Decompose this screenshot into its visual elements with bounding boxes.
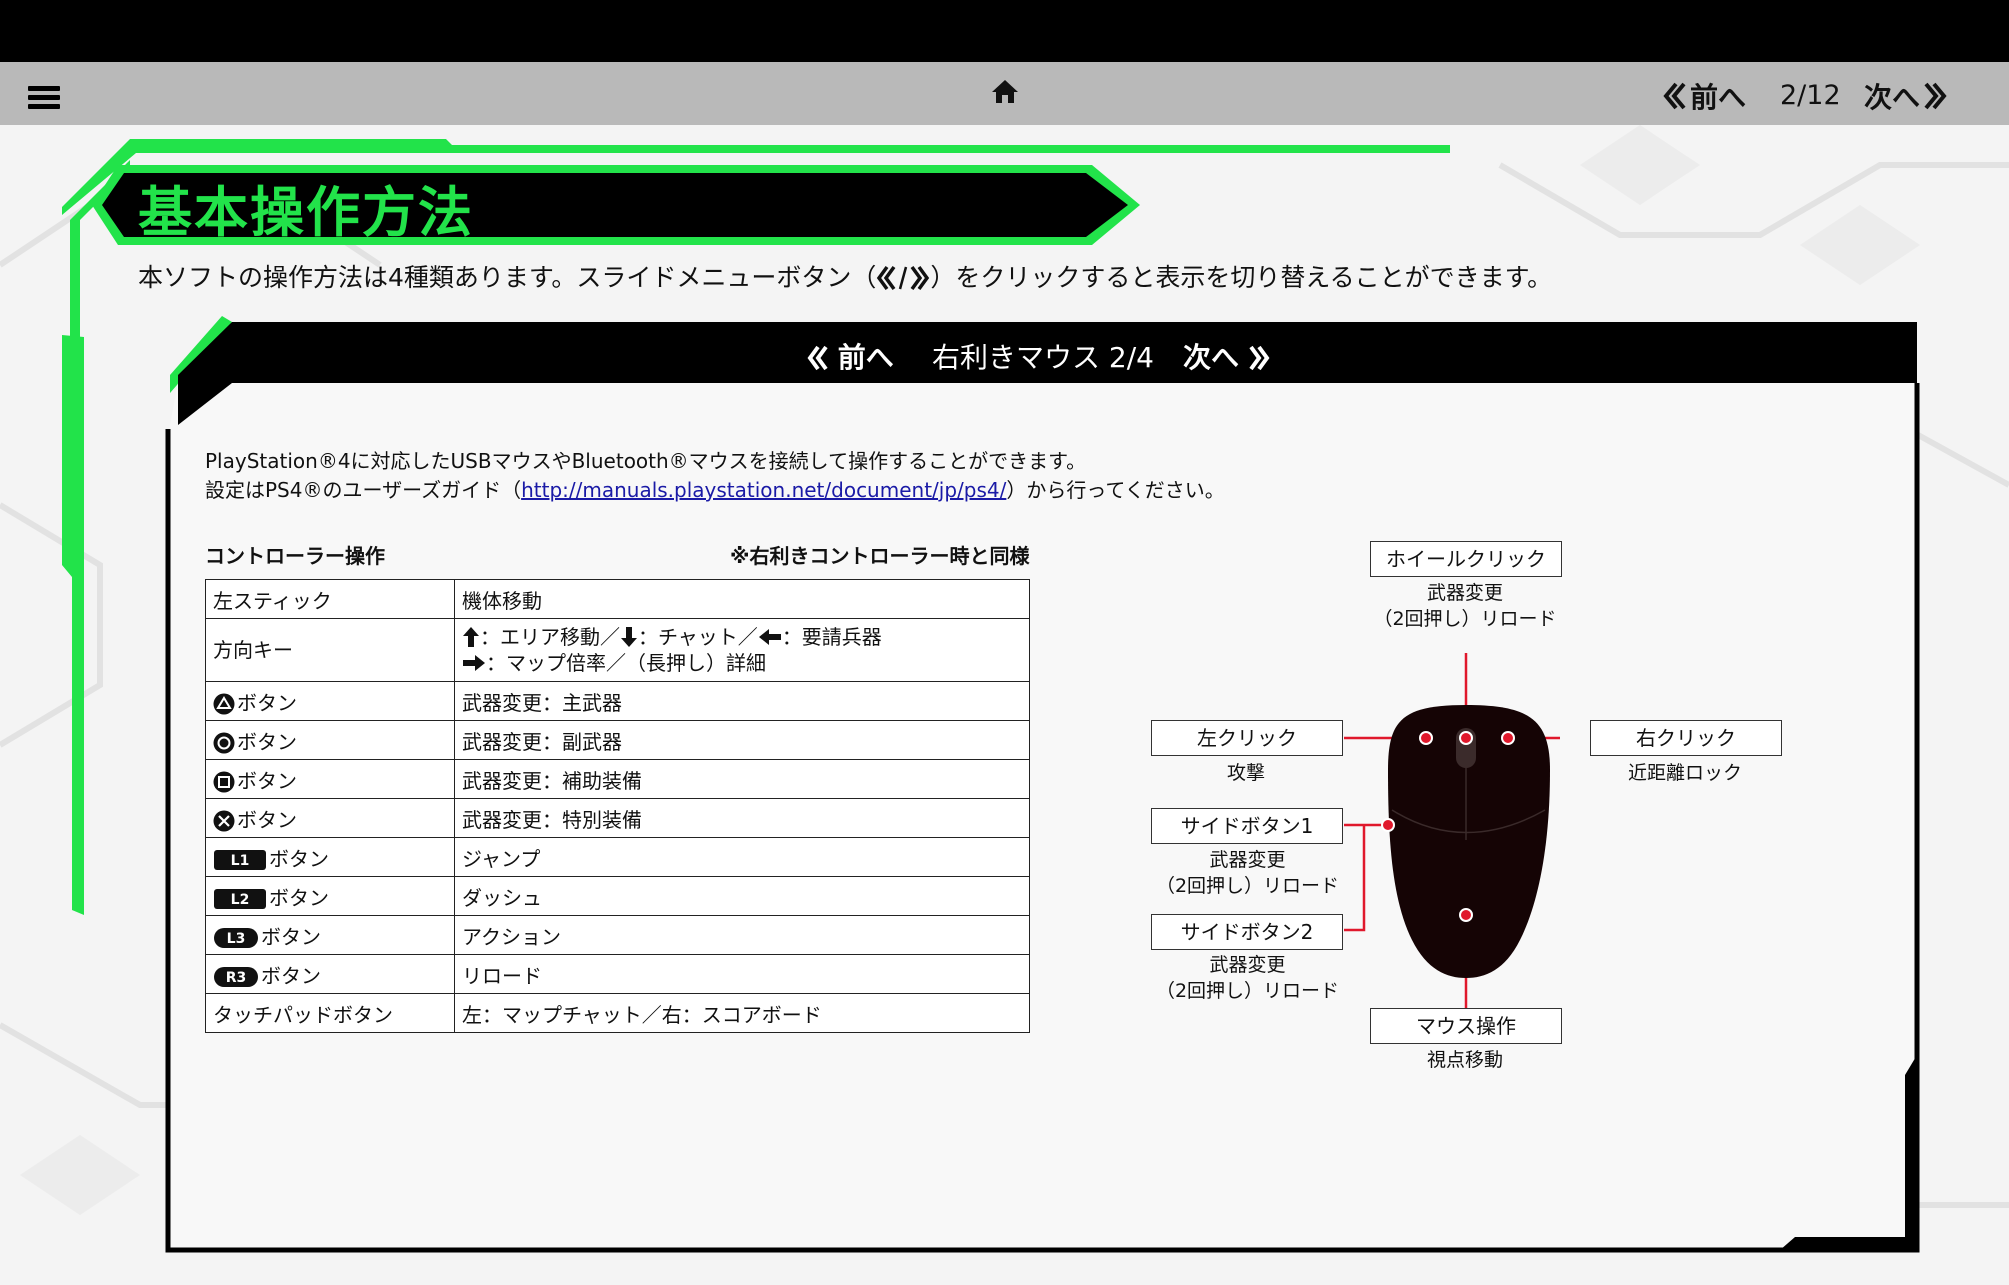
table-row: 左スティック 機体移動 [205,579,1030,619]
desc-line-2: 設定はPS4®のユーザーズガイド（http://manuals.playstat… [205,476,1225,505]
table-key: L1 ボタン [205,837,455,877]
chevron-left-icon [1663,82,1686,110]
svg-text:R3: R3 [226,970,247,986]
table-value: アクション [454,915,1030,955]
panel-prev-label: 前へ [837,341,894,374]
square-button-icon [213,771,235,793]
table-value: 武器変更：特別装備 [454,798,1030,838]
circle-button-icon [213,732,235,754]
table-row: R3 ボタン リロード [205,954,1030,994]
slide-menu-arrows-icon [877,265,930,291]
triangle-button-icon [213,693,235,715]
table-key: L2 ボタン [205,876,455,916]
chevron-right-icon [1249,345,1270,371]
table-key: タッチパッドボタン [205,993,455,1033]
user-guide-link[interactable]: http://manuals.playstation.net/document/… [521,478,1006,502]
prev-page-label: 前へ [1690,81,1747,114]
side-button-2-desc: 武器変更 （2回押し）リロード [1155,954,1340,1002]
left-click-label: 左クリック [1151,720,1343,756]
table-value: リロード [454,954,1030,994]
table-value: ジャンプ [454,837,1030,877]
svg-text:L2: L2 [231,892,250,908]
hamburger-menu-icon[interactable] [28,86,60,110]
desc-line-2-after: ）から行ってください。 [1006,478,1225,502]
chevron-left-icon [807,345,828,371]
table-row: L2 ボタン ダッシュ [205,876,1030,916]
right-click-desc: 近距離ロック [1627,762,1742,784]
controller-table: 左スティック 機体移動 方向キー ：エリア移動／ ：チャット／ ：要請兵器 ：マップ… [205,579,1030,1033]
home-icon[interactable] [990,77,1020,107]
panel-title: 右利きマウス 2/4 [932,341,1154,374]
table-key: R3 ボタン [205,954,455,994]
table-row: ボタン 武器変更：副武器 [205,720,1030,760]
table-value: 武器変更：主武器 [454,681,1030,721]
table-row: ボタン 武器変更：特別装備 [205,798,1030,838]
next-page-button[interactable]: 次へ [1864,76,1948,116]
desc-line-2-before: 設定はPS4®のユーザーズガイド（ [205,478,522,502]
table-value: 機体移動 [454,579,1030,619]
next-page-label: 次へ [1864,81,1921,114]
table-value: 武器変更：副武器 [454,720,1030,760]
navigation-bar: 前へ 2/12 次へ [0,62,2009,125]
l1-button-icon: L1 [214,850,266,870]
table-row: タッチパッドボタン 左：マップチャット／右：スコアボード [205,993,1030,1033]
side-button-2-label: サイドボタン2 [1151,914,1343,950]
cross-button-icon [213,810,235,832]
wheel-click-desc: 武器変更 （2回押し）リロード [1373,582,1557,630]
table-key: ボタン [205,681,455,721]
table-value: 左：マップチャット／右：スコアボード [454,993,1030,1033]
table-row: ボタン 武器変更：主武器 [205,681,1030,721]
intro-text-before: 本ソフトの操作方法は4種類あります。スライドメニューボタン（ [138,263,877,292]
table-row: L3 ボタン アクション [205,915,1030,955]
table-value: 武器変更：補助装備 [454,759,1030,799]
wheel-click-label: ホイールクリック [1370,541,1562,577]
desc-line-1: PlayStation®4に対応したUSBマウスやBluetooth®マウスを接… [205,449,1087,473]
side-button-1-desc: 武器変更 （2回押し）リロード [1155,849,1340,897]
page-indicator: 2/12 [1780,80,1841,111]
table-key: L3 ボタン [205,915,455,955]
arrow-right-icon [463,655,485,671]
table-key: 左スティック [205,579,455,619]
controller-table-note: ※右利きコントローラー時と同様 [730,544,1030,568]
table-key: ボタン [205,798,455,838]
arrow-up-icon [463,627,479,647]
prev-page-button[interactable]: 前へ [1662,76,1746,116]
l2-button-icon: L2 [214,889,266,909]
controller-table-caption: コントローラー操作 [205,544,385,568]
table-key: 方向キー [205,618,455,682]
arrow-down-icon [621,627,637,647]
r3-button-icon: R3 [214,967,258,987]
svg-text:L3: L3 [227,931,246,947]
mouse-move-desc: 視点移動 [1426,1049,1503,1071]
l3-button-icon: L3 [214,928,258,948]
panel-description: PlayStation®4に対応したUSBマウスやBluetooth®マウスを接… [205,447,1225,505]
table-value: ダッシュ [454,876,1030,916]
panel-next-button[interactable]: 次へ [1183,336,1271,376]
intro-text-after: ）をクリックすると表示を切り替えることができます。 [930,263,1553,292]
panel-next-label: 次へ [1183,341,1240,374]
chevron-right-icon [1924,82,1947,110]
panel-prev-button[interactable]: 前へ [806,336,894,376]
mouse-move-label: マウス操作 [1370,1008,1562,1044]
svg-text:L1: L1 [231,853,250,869]
intro-text: 本ソフトの操作方法は4種類あります。スライドメニューボタン（ ）をクリックすると… [138,258,1552,294]
table-row: 方向キー ：エリア移動／ ：チャット／ ：要請兵器 ：マップ倍率／（長押し）詳細 [205,618,1030,682]
left-click-desc: 攻撃 [1226,762,1265,784]
top-black-bar [0,0,2009,62]
table-key: ボタン [205,720,455,760]
table-value: ：エリア移動／ ：チャット／ ：要請兵器 ：マップ倍率／（長押し）詳細 [454,618,1030,682]
arrow-left-icon [758,629,781,645]
right-click-label: 右クリック [1590,720,1782,756]
page-title: 基本操作方法 [138,181,474,244]
table-row: ボタン 武器変更：補助装備 [205,759,1030,799]
side-button-1-label: サイドボタン1 [1151,808,1343,844]
table-row: L1 ボタン ジャンプ [205,837,1030,877]
table-key: ボタン [205,759,455,799]
